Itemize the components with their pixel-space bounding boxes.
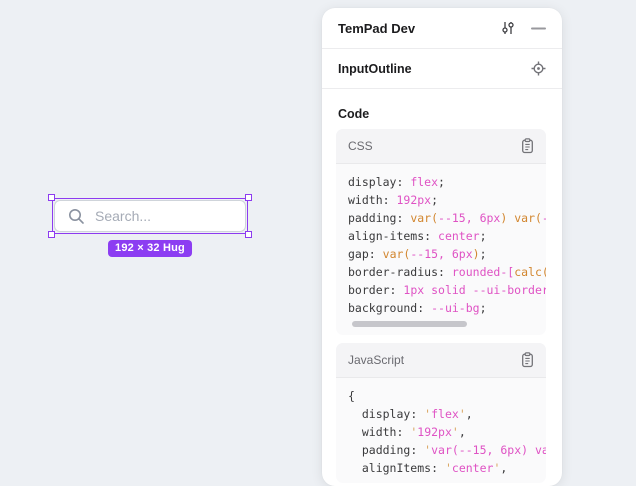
code-block-label: JavaScript bbox=[348, 353, 520, 367]
code-line: display: flex; bbox=[348, 173, 546, 191]
code-line: padding: 'var(--15, 6px) var bbox=[348, 441, 546, 459]
code-line: border: 1px solid --ui-border- bbox=[348, 281, 546, 299]
code-blocks: CSS display: flex;width: 192px;padding: … bbox=[336, 129, 546, 483]
minimize-button[interactable] bbox=[531, 21, 546, 36]
settings-button[interactable] bbox=[500, 20, 516, 36]
dimension-badge: 192 × 32 Hug bbox=[108, 240, 192, 257]
magnifier-icon bbox=[68, 208, 85, 225]
resize-handle-top-left[interactable] bbox=[48, 194, 55, 201]
code-line: alignItems: 'center', bbox=[348, 459, 546, 477]
code-line: gap: var(--15, 6px); bbox=[348, 245, 546, 263]
code-line: display: 'flex', bbox=[348, 405, 546, 423]
selected-node-row: InputOutline bbox=[322, 49, 562, 89]
clipboard-icon bbox=[520, 138, 535, 154]
code-block-header: CSS bbox=[336, 129, 546, 164]
tempad-dev-panel: TemPad Dev InputOutline bbox=[322, 8, 562, 486]
sliders-icon bbox=[500, 20, 516, 36]
code-block-header: JavaScript bbox=[336, 343, 546, 378]
copy-button[interactable] bbox=[520, 138, 535, 154]
clipboard-icon bbox=[520, 352, 535, 368]
code-line: background: --ui-bg; bbox=[348, 299, 546, 317]
code-line: padding: var(--15, 6px) var(-- bbox=[348, 209, 546, 227]
resize-handle-bottom-left[interactable] bbox=[48, 231, 55, 238]
code-line: width: '192px', bbox=[348, 423, 546, 441]
copy-button[interactable] bbox=[520, 352, 535, 368]
selected-component[interactable]: Search... bbox=[54, 200, 246, 232]
code-line: { bbox=[348, 387, 546, 405]
panel-header: TemPad Dev bbox=[322, 8, 562, 49]
code-section-label: Code bbox=[338, 107, 546, 121]
search-input-component[interactable]: Search... bbox=[54, 200, 246, 232]
selected-node-name: InputOutline bbox=[338, 62, 531, 76]
panel-title: TemPad Dev bbox=[338, 21, 500, 36]
code-line: width: 192px; bbox=[348, 191, 546, 209]
code-line: align-items: center; bbox=[348, 227, 546, 245]
minimize-icon bbox=[531, 21, 546, 36]
resize-handle-top-right[interactable] bbox=[245, 194, 252, 201]
code-line: border-radius: rounded-[calc(v bbox=[348, 263, 546, 281]
code-block-css: CSS display: flex;width: 192px;padding: … bbox=[336, 129, 546, 335]
code-block-label: CSS bbox=[348, 139, 520, 153]
horizontal-scrollbar[interactable] bbox=[352, 321, 534, 327]
locate-button[interactable] bbox=[531, 61, 546, 76]
code-block-javascript: JavaScript { display: 'flex', width: '19… bbox=[336, 343, 546, 483]
locate-icon bbox=[531, 61, 546, 76]
code-body: { display: 'flex', width: '192px', paddi… bbox=[336, 378, 546, 483]
search-placeholder: Search... bbox=[95, 208, 151, 224]
scrollbar-thumb[interactable] bbox=[352, 321, 467, 327]
resize-handle-bottom-right[interactable] bbox=[245, 231, 252, 238]
code-body: display: flex;width: 192px;padding: var(… bbox=[336, 164, 546, 335]
